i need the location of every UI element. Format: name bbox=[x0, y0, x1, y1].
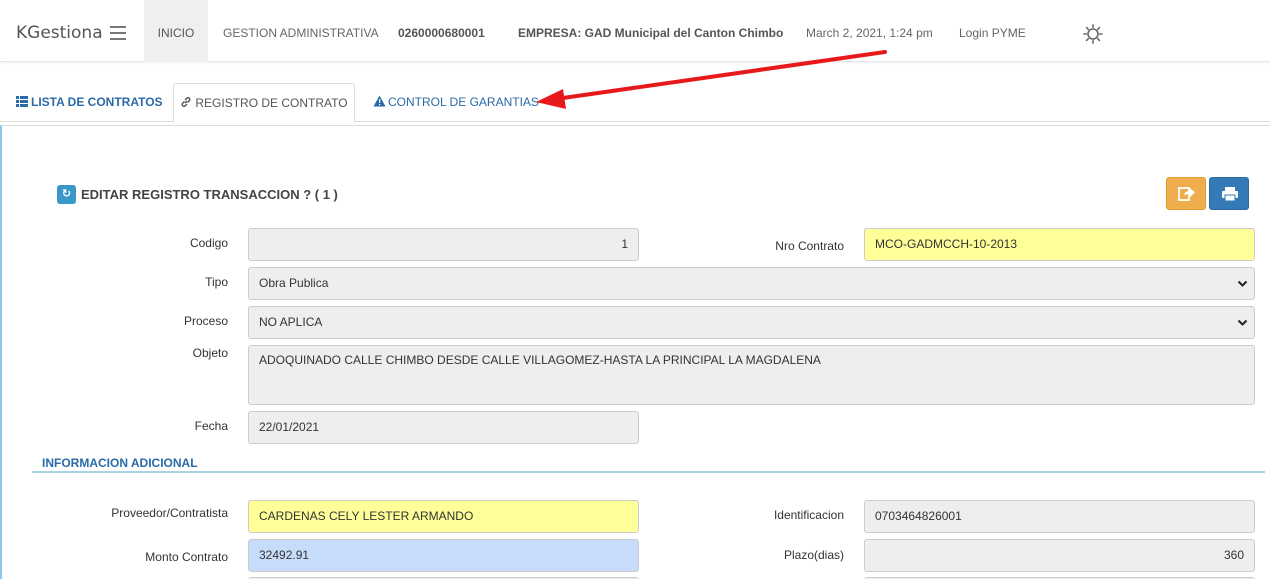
nro-contrato-field[interactable]: MCO-GADMCCH-10-2013 bbox=[864, 228, 1255, 261]
nav-inicio[interactable]: INICIO bbox=[144, 0, 208, 62]
fecha-field[interactable]: 22/01/2021 bbox=[248, 411, 639, 444]
tab-lista-contratos[interactable]: LISTA DE CONTRATOS bbox=[16, 83, 163, 122]
brand-logo[interactable]: KGestiona bbox=[16, 23, 103, 43]
tab-control-garantias[interactable]: CONTROL DE GARANTIAS bbox=[373, 83, 539, 122]
nav-gestion-administrativa[interactable]: GESTION ADMINISTRATIVA bbox=[223, 0, 379, 62]
informacion-adicional-header: INFORMACION ADICIONAL bbox=[42, 456, 198, 470]
tab-lista-label: LISTA DE CONTRATOS bbox=[31, 95, 163, 109]
fecha-label: Fecha bbox=[194, 419, 228, 433]
tipo-label: Tipo bbox=[205, 275, 228, 289]
plazo-label: Plazo(dias) bbox=[783, 548, 844, 562]
section-divider bbox=[32, 471, 1265, 473]
sun-gear-icon[interactable] bbox=[1083, 24, 1103, 44]
nav-empresa: EMPRESA: GAD Municipal del Canton Chimbo bbox=[518, 26, 784, 40]
objeto-label: Objeto bbox=[192, 346, 228, 360]
proveedor-field[interactable]: CARDENAS CELY LESTER ARMANDO bbox=[248, 500, 639, 533]
nav-login[interactable]: Login PYME bbox=[959, 0, 1026, 62]
share-arrow-icon bbox=[1178, 187, 1195, 201]
refresh-icon: ↻ bbox=[57, 185, 76, 204]
hamburger-icon[interactable] bbox=[110, 26, 126, 40]
identificacion-label: Identificacion bbox=[773, 508, 844, 522]
proceso-select-value: NO APLICA bbox=[259, 315, 323, 329]
monto-field[interactable]: 32492.91 bbox=[248, 539, 639, 572]
link-icon bbox=[181, 97, 191, 107]
nav-date: March 2, 2021, 1:24 pm bbox=[806, 26, 933, 40]
form-title: ↻ EDITAR REGISTRO TRANSACCION ? ( 1 ) bbox=[57, 185, 338, 205]
list-icon bbox=[16, 96, 28, 107]
chevron-down-icon bbox=[1237, 319, 1248, 326]
codigo-field[interactable]: 1 bbox=[248, 228, 639, 261]
contract-tabs: LISTA DE CONTRATOS REGISTRO DE CONTRATO … bbox=[0, 83, 1270, 123]
proceso-select[interactable]: NO APLICA bbox=[248, 306, 1255, 339]
plazo-field[interactable]: 360 bbox=[864, 539, 1255, 572]
codigo-label: Codigo bbox=[189, 236, 228, 250]
objeto-textarea[interactable]: ADOQUINADO CALLE CHIMBO DESDE CALLE VILL… bbox=[248, 345, 1255, 405]
nav-ruc: 0260000680001 bbox=[398, 26, 485, 40]
print-icon bbox=[1222, 187, 1238, 202]
proveedor-label: Proveedor/Contratista bbox=[111, 506, 228, 520]
monto-label: Monto Contrato bbox=[145, 550, 228, 564]
proceso-label: Proceso bbox=[183, 314, 228, 328]
tipo-select-value: Obra Publica bbox=[259, 276, 329, 290]
tab-registro-label: REGISTRO DE CONTRATO bbox=[195, 96, 348, 110]
chevron-down-icon bbox=[1237, 280, 1248, 287]
identificacion-field[interactable]: 0703464826001 bbox=[864, 500, 1255, 533]
print-button[interactable] bbox=[1209, 177, 1249, 210]
form-title-text: EDITAR REGISTRO TRANSACCION ? ( 1 ) bbox=[81, 186, 338, 202]
nro-contrato-label: Nro Contrato bbox=[775, 239, 844, 253]
warning-icon bbox=[373, 95, 386, 107]
tipo-select[interactable]: Obra Publica bbox=[248, 267, 1255, 300]
tab-control-label: CONTROL DE GARANTIAS bbox=[388, 95, 539, 109]
save-button[interactable] bbox=[1166, 177, 1206, 210]
top-navbar: KGestiona INICIO GESTION ADMINISTRATIVA … bbox=[0, 0, 1270, 62]
tab-registro-contrato[interactable]: REGISTRO DE CONTRATO bbox=[173, 83, 355, 123]
